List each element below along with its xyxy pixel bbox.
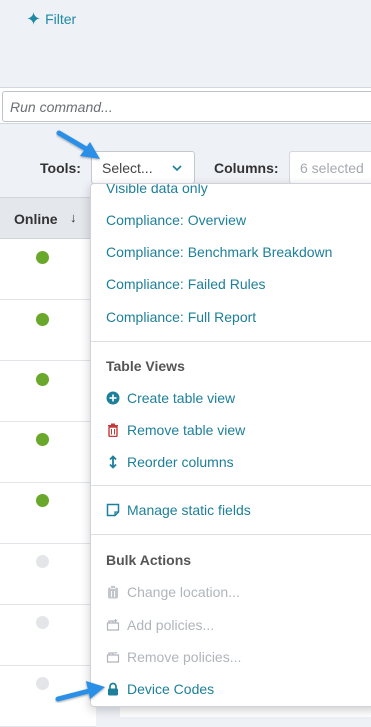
table-row[interactable]	[0, 361, 96, 422]
tools-select-value: Select...	[102, 160, 153, 176]
status-dot	[36, 616, 49, 629]
menu-item-manage-static-fields[interactable]: Manage static fields	[106, 502, 251, 518]
sparkle-icon: ✦	[26, 9, 42, 29]
table-row[interactable]	[0, 300, 96, 361]
tools-select[interactable]: Select...	[91, 151, 195, 184]
create-table-view-label: Create table view	[127, 390, 236, 406]
remove-table-view-label: Remove table view	[127, 422, 246, 438]
reorder-columns-label: Reorder columns	[127, 454, 234, 470]
up-down-arrow-icon	[109, 455, 117, 469]
menu-item-remove-table-view[interactable]: Remove table view	[106, 422, 245, 438]
remove-policies-label: Remove policies...	[127, 649, 242, 665]
status-dot	[36, 433, 49, 446]
status-dot	[36, 555, 49, 568]
online-column-header[interactable]: Online ↓	[0, 197, 96, 239]
menu-item-compliance-overview[interactable]: Compliance: Overview	[106, 212, 246, 228]
bulk-actions-header: Bulk Actions	[106, 552, 192, 568]
menu-item-compliance-full-report[interactable]: Compliance: Full Report	[106, 309, 256, 325]
online-header-label: Online	[14, 211, 58, 227]
menu-divider	[91, 534, 371, 535]
menu-item-create-table-view[interactable]: Create table view	[106, 390, 235, 406]
menu-item-visible-data[interactable]: Visible data only	[106, 184, 208, 196]
table-views-header: Table Views	[106, 358, 185, 374]
status-dot	[36, 251, 49, 264]
status-dot	[36, 313, 49, 326]
lock-icon	[108, 682, 118, 696]
menu-item-device-codes[interactable]: Device Codes	[106, 681, 214, 697]
manage-static-fields-label: Manage static fields	[127, 502, 251, 518]
device-codes-label: Device Codes	[127, 681, 215, 697]
clipboard-icon	[108, 585, 118, 599]
tools-dropdown-menu: Visible data only Compliance: Overview C…	[90, 183, 371, 707]
remove-policy-icon	[106, 652, 120, 663]
table-row[interactable]	[0, 544, 96, 605]
table-row[interactable]	[0, 483, 96, 544]
columns-select[interactable]: 6 selected	[289, 151, 371, 184]
annotation-arrow-icon	[56, 130, 100, 159]
menu-item-change-location[interactable]: Change location...	[106, 584, 240, 600]
trash-icon	[108, 423, 118, 437]
menu-divider	[91, 341, 371, 342]
status-dot	[36, 494, 49, 507]
menu-item-add-policies[interactable]: Add policies...	[106, 617, 214, 633]
plus-circle-icon	[106, 391, 120, 405]
tools-label: Tools:	[40, 160, 81, 176]
sort-arrow-icon: ↓	[70, 210, 77, 225]
menu-divider	[91, 485, 371, 486]
annotation-arrow-icon	[55, 681, 105, 702]
note-icon	[106, 503, 120, 517]
run-command-input[interactable]	[2, 91, 371, 122]
columns-select-value: 6 selected	[300, 160, 364, 176]
run-command-bar	[0, 87, 371, 124]
add-policy-icon	[106, 619, 120, 631]
filter-label: Filter	[45, 11, 77, 27]
change-location-label: Change location...	[127, 584, 240, 600]
chevron-down-icon	[172, 165, 182, 172]
table-row[interactable]	[0, 605, 96, 666]
table-row[interactable]	[0, 422, 96, 483]
menu-item-reorder-columns[interactable]: Reorder columns	[106, 454, 234, 470]
filter-button[interactable]: ✦ Filter	[26, 10, 76, 28]
columns-label: Columns:	[214, 160, 279, 176]
status-dot	[36, 677, 49, 690]
top-area: ✦ Filter	[0, 0, 371, 85]
add-policies-label: Add policies...	[127, 617, 215, 633]
menu-item-compliance-benchmark[interactable]: Compliance: Benchmark Breakdown	[106, 244, 332, 260]
menu-item-remove-policies[interactable]: Remove policies...	[106, 649, 241, 665]
menu-item-compliance-failed-rules[interactable]: Compliance: Failed Rules	[106, 276, 266, 292]
status-dot	[36, 373, 49, 386]
table-row[interactable]	[0, 239, 96, 300]
